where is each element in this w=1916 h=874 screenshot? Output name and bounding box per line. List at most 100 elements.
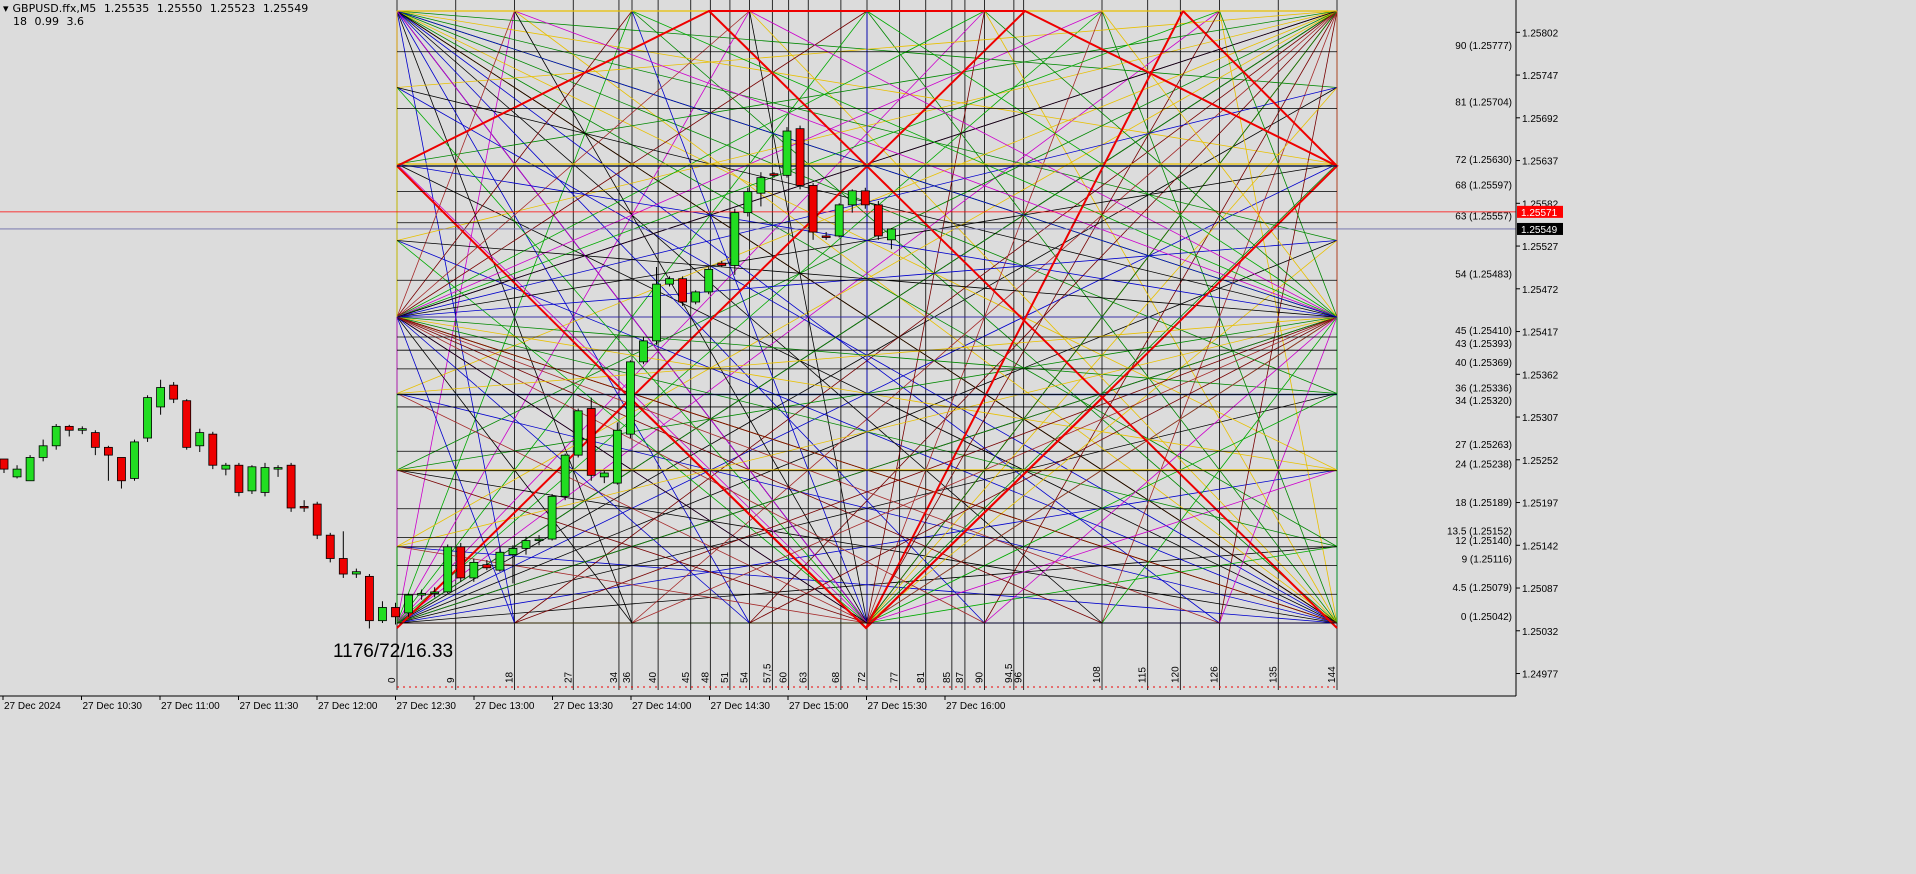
price-tick-label: 1.25692 [1522, 114, 1559, 125]
candle-body [51, 425, 61, 447]
candle-body [652, 283, 661, 342]
level-label: 18 (1.25189) [1455, 498, 1512, 509]
candle-body [887, 228, 896, 241]
candle-body [77, 428, 87, 431]
level-label: 90 (1.25777) [1455, 41, 1512, 52]
time-division-label: 126 [1210, 666, 1221, 683]
candle-body [717, 262, 727, 266]
time-division-label: 27 [563, 671, 574, 683]
price-tick-label: 1.25362 [1522, 370, 1559, 381]
time-tick-label: 27 Dec 16:00 [946, 701, 1006, 712]
candle-body [443, 546, 453, 593]
price-tick-label: 1.25142 [1522, 541, 1559, 552]
price-tick-label: 1.25087 [1522, 584, 1559, 595]
open-value: 1.25535 [103, 2, 150, 15]
time-tick-label: 27 Dec 14:00 [632, 701, 692, 712]
indicator-value-3: 3.6 [66, 15, 85, 28]
candle-body [104, 446, 113, 456]
price-tick-label: 1.25032 [1522, 627, 1559, 638]
high-value: 1.25550 [156, 2, 203, 15]
time-tick-label: 27 Dec 13:00 [475, 701, 535, 712]
time-division-label: 120 [1170, 666, 1181, 683]
level-label: 9 (1.25116) [1462, 554, 1512, 565]
candle-body [508, 547, 518, 556]
chart-background [0, 0, 1916, 874]
candle-body [756, 177, 766, 194]
time-division-label: 18 [505, 671, 516, 683]
time-tick-label: 27 Dec 15:00 [789, 701, 849, 712]
ohlc-row: ▾ GBPUSD.ffx,M5 1.25535 1.25550 1.25523 1… [3, 2, 312, 15]
candle-body [260, 467, 270, 493]
candle-body [156, 387, 166, 408]
level-label: 43 (1.25393) [1455, 339, 1512, 350]
price-tick-label: 1.25307 [1522, 413, 1559, 424]
candle-body [391, 607, 400, 618]
candle-body [586, 408, 596, 476]
level-label: 54 (1.25483) [1455, 269, 1512, 280]
candle-body [90, 432, 100, 448]
candle-body [12, 468, 22, 478]
time-division-label: 0 [387, 677, 398, 683]
candle-body [208, 433, 218, 466]
bid-price-label: 1.25571 [1521, 208, 1558, 219]
time-tick-label: 27 Dec 11:30 [240, 701, 299, 712]
time-division-label: 60 [779, 671, 790, 683]
time-division-label: 51 [720, 671, 731, 683]
candle-body [769, 173, 779, 176]
time-division-label: 96 [1014, 671, 1025, 683]
candle-body [469, 561, 479, 579]
level-label: 36 (1.25336) [1455, 384, 1512, 395]
time-tick-label: 27 Dec 12:30 [397, 701, 457, 712]
time-division-label: 144 [1327, 666, 1338, 683]
candle-body [808, 185, 818, 233]
time-tick-label: 27 Dec 2024 [4, 701, 61, 712]
candle-body [639, 340, 648, 363]
candle-body [847, 190, 857, 206]
time-division-label: 63 [798, 671, 809, 683]
candle-body [273, 467, 283, 470]
candle-body [247, 466, 257, 492]
candle-body [221, 464, 231, 470]
time-division-label: 77 [890, 671, 901, 683]
price-tick-label: 1.25637 [1522, 157, 1559, 168]
candle-body [169, 384, 179, 400]
time-division-label: 72 [857, 671, 868, 683]
level-label: 12 (1.25140) [1455, 536, 1512, 547]
candle-body [351, 571, 361, 575]
time-division-label: 87 [955, 671, 966, 683]
candle-body [834, 204, 844, 237]
candle-body [182, 400, 192, 448]
symbol-label: GBPUSD.ffx,M5 [12, 2, 97, 15]
candle-body [612, 429, 622, 484]
time-division-label: 45 [681, 671, 692, 683]
level-label: 0 (1.25042) [1461, 612, 1512, 623]
level-label: 27 (1.25263) [1455, 440, 1512, 451]
time-division-label: 9 [446, 677, 457, 683]
candle-body [378, 607, 387, 622]
time-division-label: 108 [1092, 666, 1103, 683]
level-label: 34 (1.25320) [1455, 396, 1512, 407]
candle-body [704, 268, 714, 293]
level-label: 68 (1.25597) [1455, 181, 1512, 192]
level-label: 24 (1.25238) [1455, 460, 1512, 471]
candle-body [860, 190, 870, 206]
chart-header: ▾ GBPUSD.ffx,M5 1.25535 1.25550 1.25523 1… [3, 2, 312, 28]
chart-canvas[interactable]: 90 (1.25777) 81 (1.25704) 72 (1.25630) 68 (… [0, 0, 1916, 874]
candle-body [626, 361, 635, 435]
candle-body [821, 235, 831, 238]
price-tick-label: 1.25747 [1522, 71, 1559, 82]
candle-body [195, 432, 205, 447]
candle-body [364, 575, 374, 622]
candle-body [573, 410, 583, 456]
time-tick-label: 27 Dec 13:30 [554, 701, 614, 712]
time-division-label: 68 [831, 671, 842, 683]
low-value: 1.25523 [209, 2, 256, 15]
level-label: 4.5 (1.25079) [1453, 583, 1513, 594]
collapse-arrow-icon[interactable]: ▾ [3, 2, 9, 15]
candle-body [795, 128, 805, 186]
time-division-label: 48 [700, 671, 711, 683]
candle-body [495, 551, 505, 571]
indicator-value-2: 0.99 [34, 15, 60, 28]
candle-body [456, 546, 466, 579]
price-tick-label: 1.24977 [1522, 670, 1559, 681]
